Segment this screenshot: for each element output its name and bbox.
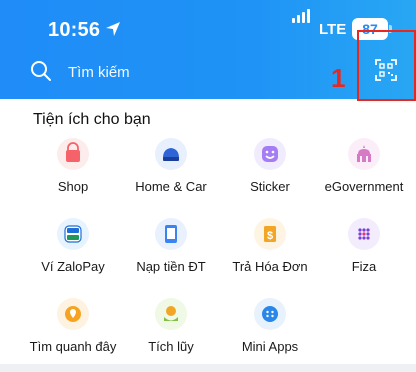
section-title: Tiện ích cho bạn (33, 111, 151, 128)
utility-label: eGovernment (324, 179, 404, 194)
search-icon[interactable] (30, 60, 52, 82)
shop-bag-icon (57, 138, 89, 170)
utility-mini-apps[interactable]: Mini Apps (218, 298, 322, 354)
utility-label: Fiza (351, 259, 377, 274)
utility-label: Tích lũy (148, 339, 194, 354)
utility-label: Shop (57, 179, 89, 194)
bill-payment-icon: $ (254, 218, 286, 250)
header: 10:56 LTE 87 (0, 0, 416, 99)
car-icon (155, 138, 187, 170)
svg-text:$: $ (267, 230, 273, 242)
utility-fiza[interactable]: Fiza (312, 218, 416, 274)
government-building-icon (348, 138, 380, 170)
status-bar: 10:56 LTE 87 (0, 0, 416, 52)
utility-zalopay[interactable]: Ví ZaloPay (21, 218, 125, 274)
utility-label: Nạp tiền ĐT (136, 259, 206, 274)
utility-shop[interactable]: Shop (21, 138, 125, 194)
fiza-dots-icon (348, 218, 380, 250)
utility-savings[interactable]: Tích lũy (119, 298, 223, 354)
utility-label: Tìm quanh đây (29, 339, 117, 354)
utility-label: Home & Car (135, 179, 207, 194)
savings-coin-icon (155, 298, 187, 330)
utility-phone-topup[interactable]: Nạp tiền ĐT (119, 218, 223, 274)
location-arrow-icon (106, 22, 120, 36)
utility-bill-payment[interactable]: $ Trả Hóa Đơn (218, 218, 322, 274)
utility-egovernment[interactable]: eGovernment (312, 138, 416, 194)
location-pin-icon (57, 298, 89, 330)
sticker-smile-icon (254, 138, 286, 170)
status-time: 10:56 (48, 19, 101, 41)
utility-label: Mini Apps (241, 339, 299, 354)
section-divider (0, 364, 416, 372)
mini-apps-icon (254, 298, 286, 330)
utility-label: Trả Hóa Đơn (232, 259, 308, 274)
network-type: LTE (319, 21, 347, 38)
phone-topup-icon (155, 218, 187, 250)
utility-label: Sticker (250, 179, 290, 194)
utility-sticker[interactable]: Sticker (218, 138, 322, 194)
annotation-highlight-box (357, 30, 416, 101)
utility-label: Ví ZaloPay (41, 259, 105, 274)
zalopay-wallet-icon (57, 218, 89, 250)
annotation-number: 1 (331, 63, 346, 93)
search-input[interactable] (68, 60, 288, 84)
utility-home-car[interactable]: Home & Car (119, 138, 223, 194)
utility-nearby[interactable]: Tìm quanh đây (21, 298, 125, 354)
